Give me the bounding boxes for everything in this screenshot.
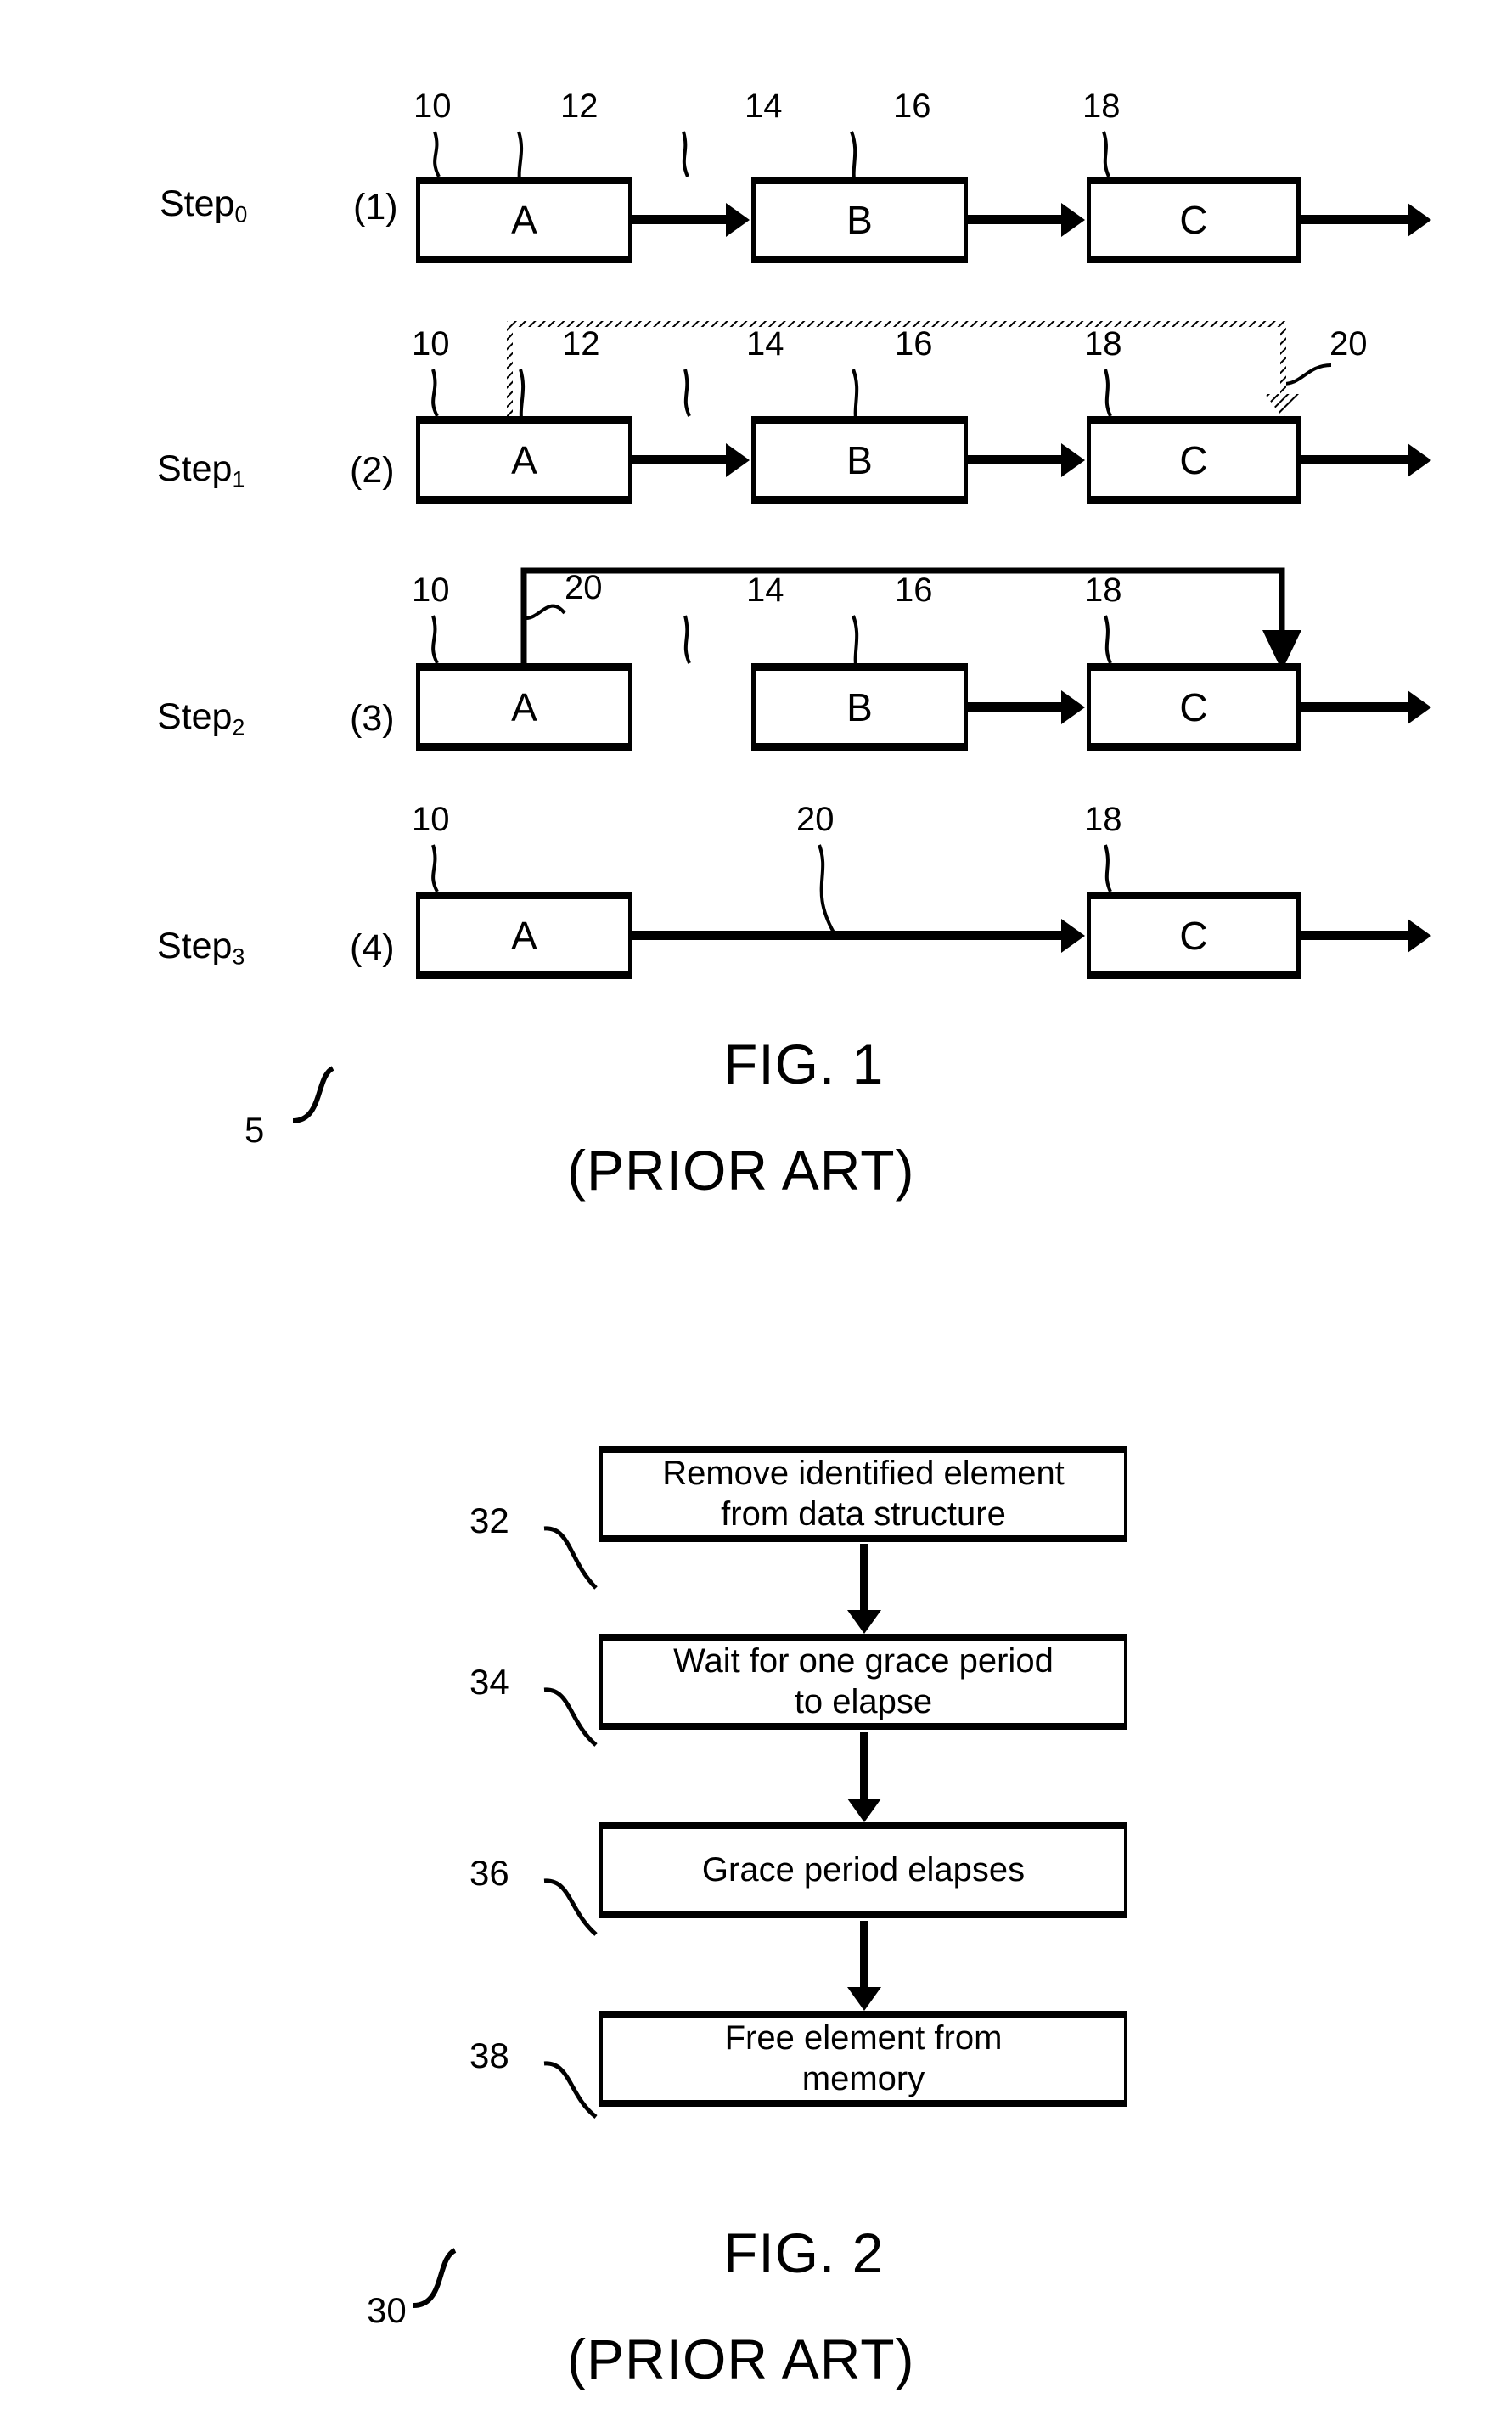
reference-numeral-14-step0: 14 [745, 87, 783, 125]
node-a-step2: A [416, 663, 632, 751]
arrow-c-out-step2 [1301, 702, 1409, 712]
flow-arrow-34-to-36 [860, 1732, 868, 1800]
node-c-step0: C [1087, 177, 1301, 263]
flow-step-free-element-text: Free element from memory [724, 2019, 1003, 2097]
reference-numeral-16-step1: 16 [895, 325, 933, 363]
reference-numeral-12-step0: 12 [560, 87, 599, 125]
flow-step-grace-period-elapses-text: Grace period elapses [701, 1850, 1026, 1889]
arrow-b-to-c-step1 [968, 455, 1063, 464]
node-c-step0-label: C [1179, 198, 1208, 242]
reference-numeral-32: 32 [469, 1500, 509, 1540]
reference-numeral-10-step3: 10 [412, 801, 450, 838]
flow-arrow-32-to-34 [860, 1544, 868, 1612]
sequence-label-0: (1) [353, 187, 398, 228]
node-a-step3: A [416, 892, 632, 979]
arrow-c-out-step1 [1301, 455, 1409, 464]
reference-numeral-10-step1: 10 [412, 325, 450, 363]
arrow-b-to-c-step2 [968, 702, 1063, 712]
flow-step-wait-grace-period-text: Wait for one grace period to elapse [673, 1642, 1054, 1720]
flow-step-free-element: Free element from memory [599, 2011, 1127, 2107]
node-b-step1: B [751, 416, 968, 504]
reference-numeral-18-step1: 18 [1084, 325, 1122, 363]
arrow-b-to-c-step0 [968, 215, 1063, 224]
reference-numeral-20-step2: 20 [565, 569, 603, 606]
flow-arrow-36-to-38 [860, 1921, 868, 1989]
reference-numeral-16-step0: 16 [893, 87, 931, 125]
step-label-3: Step3 [157, 926, 245, 970]
node-c-step1-label: C [1179, 437, 1208, 482]
node-a-step1: A [416, 416, 632, 504]
step-label-0: Step0 [160, 183, 248, 228]
node-b-step1-label: B [846, 437, 873, 482]
reference-numeral-20-step3: 20 [796, 801, 835, 838]
node-c-step1: C [1087, 416, 1301, 504]
node-c-step3-label: C [1179, 913, 1208, 958]
node-a-step3-label: A [511, 913, 537, 958]
leader-lines-figure2 [543, 1526, 598, 2119]
reference-numeral-34: 34 [469, 1662, 509, 1702]
reference-numeral-10-step0: 10 [413, 87, 452, 125]
figure1-caption-subtitle: (PRIOR ART) [567, 1139, 915, 1202]
node-a-step0-label: A [511, 198, 537, 242]
node-b-step0-label: B [846, 198, 873, 242]
leader-line-figure2-id [413, 2248, 457, 2308]
reference-numeral-14-step1: 14 [746, 325, 784, 363]
node-c-step2-label: C [1179, 684, 1208, 729]
flow-step-wait-grace-period: Wait for one grace period to elapse [599, 1634, 1127, 1730]
reference-numeral-18-step3: 18 [1084, 801, 1122, 838]
arrow-a-to-b-step1 [632, 455, 728, 464]
figure2-caption-subtitle: (PRIOR ART) [567, 2328, 915, 2390]
arrow-a-to-c-step3 [632, 931, 1063, 940]
step-label-2: Step2 [157, 696, 245, 740]
reference-numeral-18-step0: 18 [1082, 87, 1121, 125]
reference-numeral-12-step1: 12 [562, 325, 600, 363]
reference-numeral-36: 36 [469, 1853, 509, 1893]
sequence-label-3: (4) [350, 927, 395, 968]
reference-numeral-20-step1: 20 [1329, 325, 1368, 363]
node-a-step0: A [416, 177, 632, 263]
sequence-label-1: (2) [350, 450, 395, 491]
arrow-c-out-step0 [1301, 215, 1409, 224]
node-a-step1-label: A [511, 437, 537, 482]
reference-numeral-14-step2: 14 [746, 571, 784, 609]
patent-figure-page: Step0 (1) 10 12 14 16 18 A B C Step1 (2)… [0, 0, 1512, 2432]
arrow-c-out-step3 [1301, 931, 1409, 940]
reference-numeral-18-step2: 18 [1084, 571, 1122, 609]
node-c-step3: C [1087, 892, 1301, 979]
node-b-step2: B [751, 663, 968, 751]
figure1-caption-title: FIG. 1 [723, 1033, 885, 1095]
flow-step-grace-period-elapses: Grace period elapses [599, 1822, 1127, 1918]
node-b-step2-label: B [846, 684, 873, 729]
sequence-label-2: (3) [350, 698, 395, 739]
figure2-id-label: 30 [367, 2290, 407, 2330]
flow-step-remove-element: Remove identified element from data stru… [599, 1446, 1127, 1542]
reference-numeral-16-step2: 16 [895, 571, 933, 609]
leader-line-figure1-id [292, 1066, 334, 1123]
node-b-step0: B [751, 177, 968, 263]
figure2-caption-title: FIG. 2 [723, 2221, 885, 2284]
reference-numeral-38: 38 [469, 2035, 509, 2075]
node-a-step2-label: A [511, 684, 537, 729]
node-c-step2: C [1087, 663, 1301, 751]
reference-numeral-10-step2: 10 [412, 571, 450, 609]
flow-step-remove-element-text: Remove identified element from data stru… [662, 1455, 1065, 1533]
arrow-a-to-b-step0 [632, 215, 728, 224]
step-label-1: Step1 [157, 448, 245, 493]
figure1-id-label: 5 [245, 1110, 265, 1150]
